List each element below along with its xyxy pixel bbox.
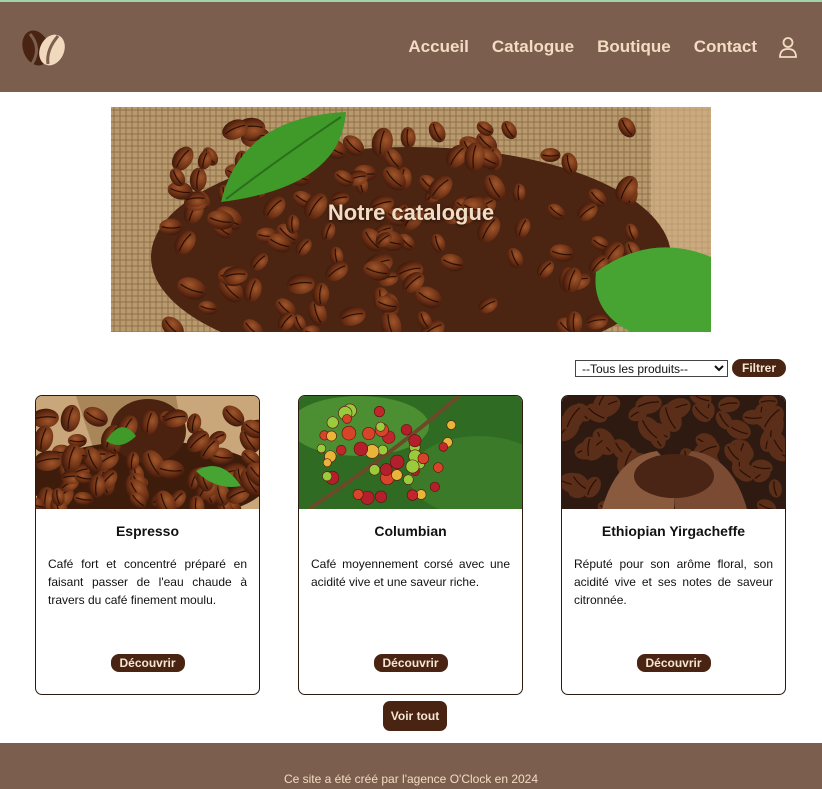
discover-button[interactable]: Découvrir [373,654,448,672]
hero-banner: Notre catalogue [111,107,711,332]
product-title: Espresso [115,523,180,539]
product-card-espresso: Espresso Café fort et concentré préparé … [35,395,260,695]
hands-holding-beans-image [562,396,785,509]
product-description: Café fort et concentré préparé en faisan… [48,557,247,607]
hero-title: Notre catalogue [327,200,495,225]
espresso-beans-image [36,396,259,509]
nav-link-accueil[interactable]: Accueil [408,37,468,57]
see-all-button[interactable]: Voir tout [383,701,447,731]
main-nav: Accueil Catalogue Boutique Contact [385,36,798,58]
nav-link-boutique[interactable]: Boutique [597,37,671,57]
site-footer: Ce site a été créé par l'agence O'Clock … [0,743,822,789]
coffee-bean-icon[interactable] [20,26,68,70]
discover-button[interactable]: Découvrir [110,654,185,672]
site-header: Accueil Catalogue Boutique Contact [0,0,822,92]
discover-button[interactable]: Découvrir [636,654,711,672]
product-title: Columbian [374,523,447,539]
user-icon[interactable] [778,36,798,58]
footer-credit: Ce site a été créé par l'agence O'Clock … [283,772,539,786]
product-card-ethiopian-yirgacheffe: Ethiopian Yirgacheffe Réputé pour son ar… [561,395,786,695]
product-description: Réputé pour son arôme floral, son acidit… [574,557,773,607]
product-card-columbian: Columbian Café moyennement corsé avec un… [298,395,523,695]
category-select[interactable]: --Tous les produits-- [574,359,728,377]
product-filter: --Tous les produits-- Filtrer [574,359,786,377]
filter-button[interactable]: Filtrer [731,359,786,377]
product-title: Ethiopian Yirgacheffe [601,523,746,539]
coffee-cherries-image [299,396,522,509]
nav-link-contact[interactable]: Contact [694,37,757,57]
nav-link-catalogue[interactable]: Catalogue [492,37,574,57]
product-description: Café moyennement corsé avec une acidité … [311,557,510,589]
